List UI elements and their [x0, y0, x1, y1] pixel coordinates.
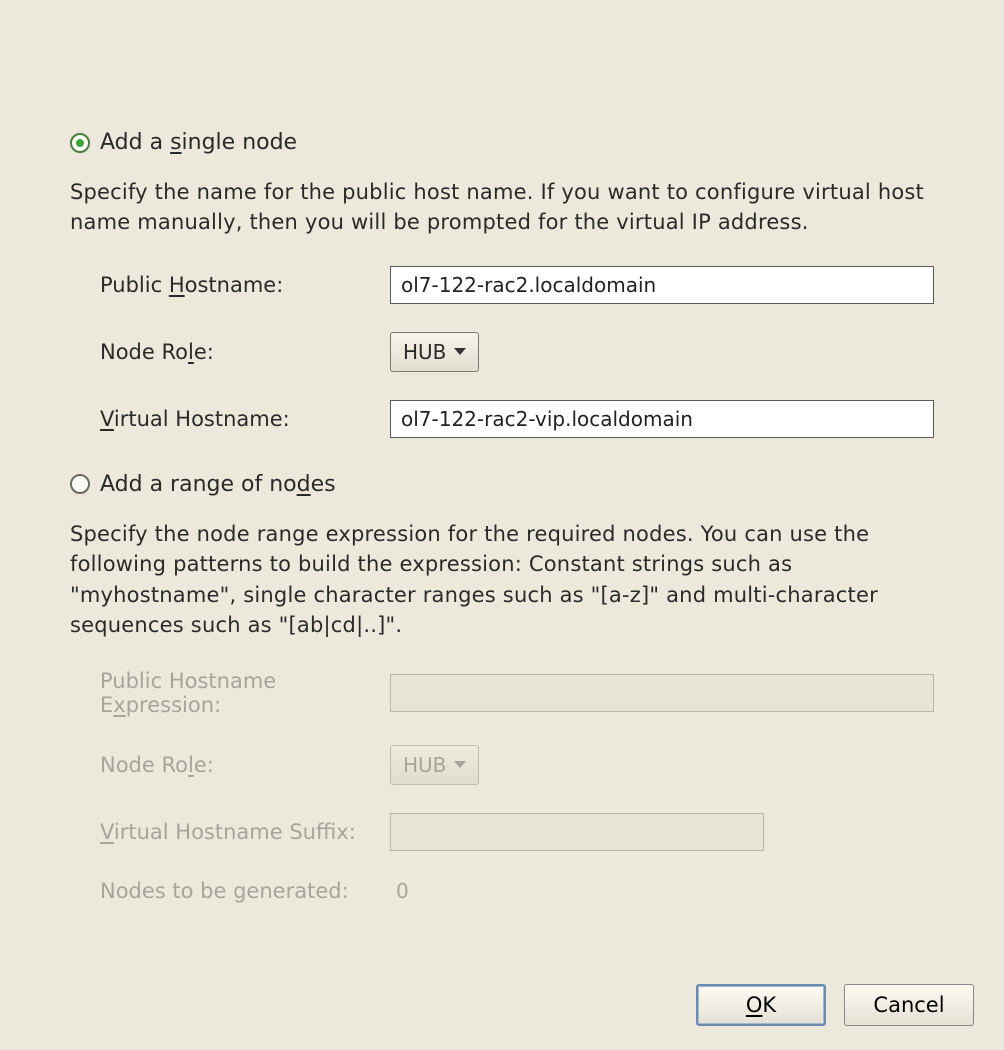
add-node-dialog: Add a single node Specify the name for t…	[0, 0, 1004, 1050]
ok-button[interactable]: OK	[696, 984, 826, 1026]
range-node-role-value: HUB	[403, 753, 446, 777]
chevron-down-icon	[454, 348, 466, 355]
public-hostname-label: Public Hostname:	[100, 273, 390, 297]
range-nodes-description: Specify the node range expression for th…	[70, 519, 934, 641]
radio-icon	[70, 474, 90, 494]
public-hostname-input[interactable]	[390, 266, 934, 304]
range-nodes-form: Public Hostname Expression: Node Role: H…	[70, 669, 934, 903]
radio-add-single-node-label: Add a single node	[100, 130, 297, 155]
virtual-hostname-suffix-label: Virtual Hostname Suffix:	[100, 820, 390, 844]
node-role-select[interactable]: HUB	[390, 332, 479, 372]
public-hostname-expression-label: Public Hostname Expression:	[100, 669, 390, 717]
chevron-down-icon	[454, 761, 466, 768]
virtual-hostname-label: Virtual Hostname:	[100, 407, 390, 431]
range-node-role-label: Node Role:	[100, 753, 390, 777]
cancel-button[interactable]: Cancel	[844, 984, 974, 1026]
radio-add-range-nodes[interactable]: Add a range of nodes	[70, 472, 934, 497]
public-hostname-expression-input	[390, 674, 934, 712]
node-role-label: Node Role:	[100, 340, 390, 364]
single-node-description: Specify the name for the public host nam…	[70, 177, 934, 238]
single-node-form: Public Hostname: Node Role: HUB Virtual …	[70, 266, 934, 438]
dialog-button-bar: OK Cancel	[696, 984, 974, 1026]
radio-add-range-nodes-label: Add a range of nodes	[100, 472, 336, 497]
nodes-generated-value: 0	[390, 879, 934, 903]
range-node-role-select: HUB	[390, 745, 479, 785]
radio-icon	[70, 133, 90, 153]
nodes-generated-label: Nodes to be generated:	[100, 879, 390, 903]
virtual-hostname-suffix-input	[390, 813, 764, 851]
virtual-hostname-input[interactable]	[390, 400, 934, 438]
node-role-value: HUB	[403, 340, 446, 364]
radio-add-single-node[interactable]: Add a single node	[70, 130, 934, 155]
